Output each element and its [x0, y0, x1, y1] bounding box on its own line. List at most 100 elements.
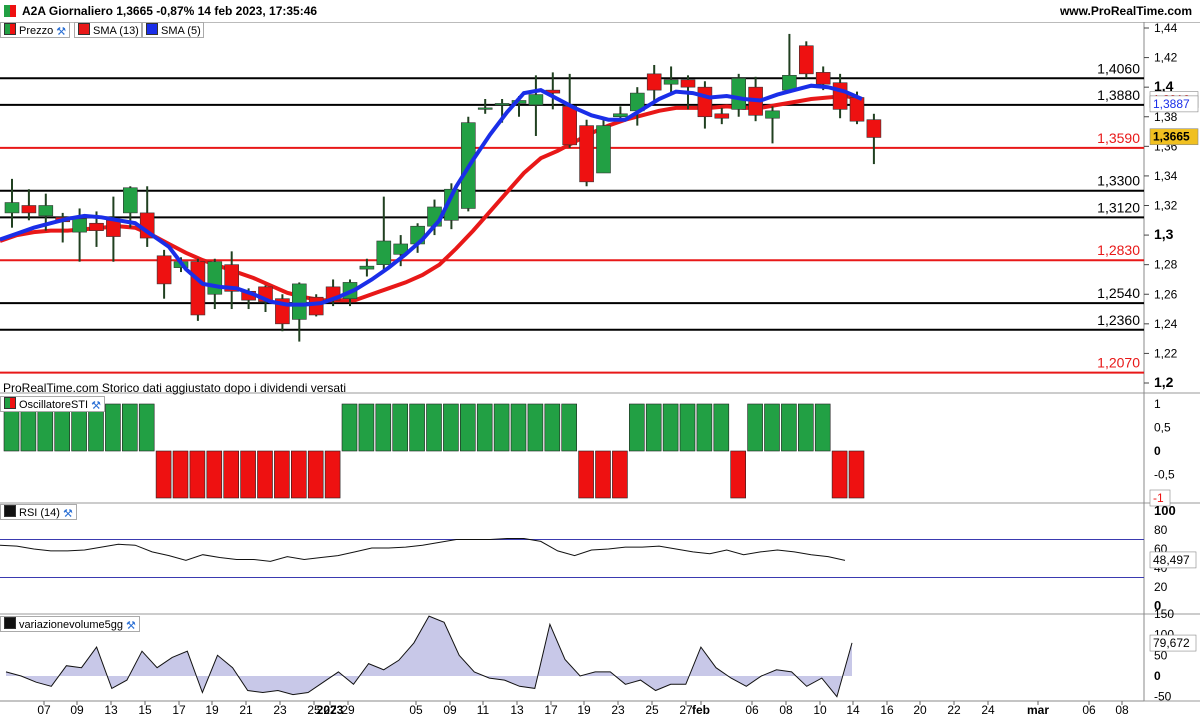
candle-body [613, 113, 628, 118]
osc-bar [155, 450, 172, 499]
vol-tick-label: 150 [1154, 607, 1174, 621]
candle-body [156, 255, 172, 285]
rsi-path [0, 538, 846, 562]
candle-body [562, 106, 578, 146]
x-tick-label: 29 [341, 703, 355, 717]
x-tick-label: 13 [104, 703, 118, 717]
vol-last-label: 79,672 [1153, 636, 1190, 650]
x-tick-label: 15 [138, 703, 152, 717]
osc-bar [476, 403, 493, 452]
legend-prezzo[interactable]: Prezzo ⚒ [0, 22, 71, 38]
legend-oscillator[interactable]: OscillatoreSTI ⚒ [0, 396, 106, 412]
osc-bar [561, 403, 578, 452]
x-tick-label: 24 [981, 703, 995, 717]
y-tick-label: 1,32 [1154, 199, 1178, 213]
rsi-tick-label: 20 [1154, 580, 1168, 594]
last-price-badge: 1,3665 [1153, 130, 1190, 144]
x-tick-label: feb [692, 703, 710, 717]
prezzo-swatch-icon [4, 23, 16, 35]
candle-body [4, 202, 20, 214]
osc-bar [189, 450, 206, 499]
x-axis: 07 09 13 15 17 19 21 23 25 27 292023 05 09 11 13 17 19 23… [0, 700, 1144, 717]
wrench-icon[interactable]: ⚒ [91, 401, 102, 412]
candle-body [815, 72, 831, 85]
candle-body [106, 219, 121, 237]
osc-bar [341, 403, 358, 452]
level-label: 1,2830 [1097, 242, 1140, 258]
osc-bar [274, 450, 290, 499]
level-label: 1,2360 [1097, 312, 1140, 328]
y-tick-label: 1,3 [1154, 226, 1174, 242]
vol-swatch-icon [4, 617, 16, 629]
x-tick-label: 16 [880, 703, 894, 717]
candle-body [596, 125, 611, 174]
osc-bar [797, 403, 814, 452]
osc-bar [612, 450, 628, 499]
x-tick-label: 09 [70, 703, 84, 717]
legend-rsi[interactable]: RSI (14) ⚒ [0, 504, 77, 520]
candle-body [376, 240, 392, 265]
candle-body [477, 107, 493, 110]
osc-bar [595, 450, 611, 499]
osc-bar [814, 403, 831, 452]
x-tick-label: 23 [273, 703, 287, 717]
x-tick-label: 25 [645, 703, 659, 717]
legend-volume[interactable]: variazionevolume5gg ⚒ [0, 616, 140, 632]
vol-tick-label: -50 [1154, 690, 1172, 704]
y-tick-label: 1,26 [1154, 287, 1178, 301]
osc-bar [696, 403, 713, 452]
wrench-icon[interactable]: ⚒ [126, 621, 137, 632]
candles [4, 33, 882, 342]
osc-bar [324, 450, 341, 499]
wrench-icon[interactable]: ⚒ [56, 27, 67, 38]
osc-bar [781, 403, 797, 452]
rsi-tick-label: 100 [1154, 503, 1176, 518]
vol-tick-label: 0 [1154, 669, 1161, 683]
candle-body [714, 113, 730, 119]
osc-bar [544, 403, 561, 452]
legend-osc-label: OscillatoreSTI [19, 399, 89, 411]
osc-bar [831, 450, 848, 499]
legend-prezzo-label: Prezzo [19, 25, 54, 37]
osc-bar [257, 450, 273, 499]
x-tick-label: 06 [745, 703, 759, 717]
y-tick-label: 1,24 [1154, 317, 1178, 331]
candle-body [697, 86, 713, 118]
x-tick-label: 27 [679, 703, 693, 717]
x-tick-label: 07 [37, 703, 51, 717]
rsi-line [0, 538, 1144, 578]
y-tick-label: 1,44 [1154, 21, 1178, 35]
x-tick-label: 14 [846, 703, 860, 717]
sma13-swatch-icon [78, 23, 90, 35]
legend-sma5[interactable]: SMA (5) [142, 22, 204, 38]
x-tick-label: 19 [205, 703, 219, 717]
candle-body [21, 205, 37, 214]
panel-borders [0, 22, 1200, 702]
x-tick-label: 06 [1082, 703, 1096, 717]
y-tick-label: 1,22 [1154, 346, 1178, 360]
level-label: 1,2540 [1097, 285, 1140, 301]
x-tick-label: 21 [239, 703, 253, 717]
osc-bar [730, 450, 747, 499]
wrench-icon[interactable]: ⚒ [63, 509, 74, 520]
candle-body [680, 79, 696, 88]
sma5-swatch-icon [146, 23, 158, 35]
legend-sma5-label: SMA (5) [161, 25, 201, 37]
candle-body [765, 110, 780, 119]
osc-bar [510, 403, 527, 452]
legend-sma13[interactable]: SMA (13) [74, 22, 142, 38]
legend-sma13-label: SMA (13) [93, 25, 139, 37]
rsi-swatch-icon [4, 505, 16, 517]
osc-tick-label: -0,5 [1154, 468, 1175, 482]
x-tick-label: 19 [577, 703, 591, 717]
osc-bar [409, 403, 425, 452]
osc-tick-label: 0 [1154, 444, 1161, 458]
chart-canvas: 1,40601,38801,35901,33001,31201,28301,25… [0, 21, 1200, 717]
osc-bar [223, 450, 239, 499]
candle-body [579, 125, 594, 183]
candle-body [528, 94, 544, 106]
candle-body [308, 296, 324, 316]
osc-tick-label: 1 [1154, 397, 1161, 411]
osc-bar [679, 403, 696, 452]
level-label: 1,2070 [1097, 355, 1140, 371]
